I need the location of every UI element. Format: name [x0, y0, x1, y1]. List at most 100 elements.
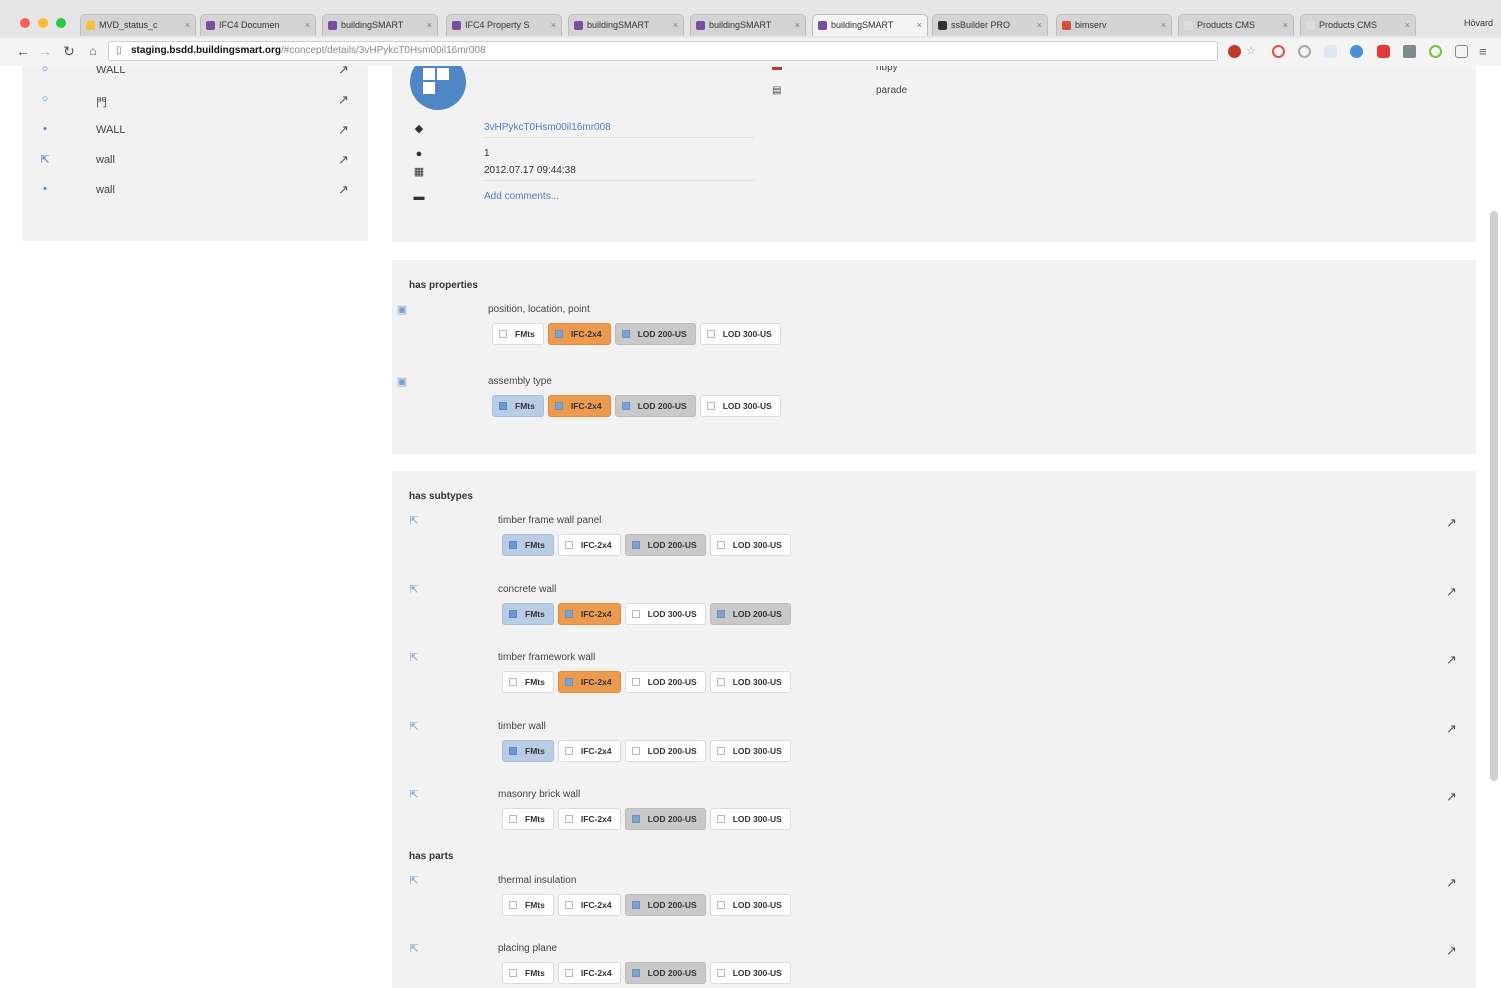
open-external-icon[interactable]: ↗: [1446, 721, 1457, 737]
browser-tab[interactable]: Products CMS ×: [1300, 14, 1416, 36]
view-filter-chip[interactable]: LOD 200-US: [624, 894, 706, 916]
red-square-extension-icon[interactable]: [1377, 45, 1390, 58]
view-filter-chip[interactable]: LOD 200-US: [709, 603, 791, 625]
checkbox-icon[interactable]: [564, 610, 573, 618]
view-filter-chip[interactable]: IFC-2x4: [557, 534, 621, 556]
add-comments-link[interactable]: Add comments...: [484, 191, 559, 202]
sync-extension-icon[interactable]: [1298, 45, 1311, 58]
related-concept-item[interactable]: • wall ↗: [22, 180, 368, 202]
view-filter-chip[interactable]: LOD 200-US: [624, 962, 706, 984]
checkbox-icon[interactable]: [509, 747, 517, 755]
open-external-icon[interactable]: ↗: [1446, 584, 1457, 600]
browser-tab[interactable]: buildingSMART ×: [690, 14, 806, 36]
browser-tab[interactable]: Products CMS ×: [1178, 14, 1294, 36]
checkbox-icon[interactable]: [564, 815, 573, 823]
view-filter-chip[interactable]: LOD 200-US: [614, 395, 696, 417]
view-filter-chip[interactable]: IFC-2x4: [557, 740, 621, 762]
tab-close-icon[interactable]: ×: [1283, 15, 1288, 35]
tab-close-icon[interactable]: ×: [1161, 15, 1166, 35]
checkbox-icon[interactable]: [716, 541, 725, 549]
checkbox-icon[interactable]: [564, 541, 573, 549]
profile-name[interactable]: Hövard: [1464, 18, 1493, 28]
browser-tab[interactable]: MVD_status_c ×: [80, 14, 196, 36]
extension-grey-icon[interactable]: [1324, 45, 1337, 58]
tab-close-icon[interactable]: ×: [917, 15, 922, 35]
view-filter-chip[interactable]: FMts: [502, 740, 554, 762]
view-filter-chip[interactable]: IFC-2x4: [557, 671, 621, 693]
view-filter-chip[interactable]: IFC-2x4: [557, 962, 621, 984]
checkbox-icon[interactable]: [716, 610, 725, 618]
browser-tab[interactable]: bimserv ×: [1056, 14, 1172, 36]
checkbox-icon[interactable]: [706, 402, 715, 410]
tab-close-icon[interactable]: ×: [1405, 15, 1410, 35]
menu-icon[interactable]: ≡: [1479, 45, 1492, 58]
view-filter-chip[interactable]: IFC-2x4: [557, 894, 621, 916]
view-filter-chip[interactable]: LOD 300-US: [709, 534, 791, 556]
checkbox-icon[interactable]: [509, 969, 517, 977]
maximize-window-button[interactable]: [56, 18, 66, 28]
subtype-row-label[interactable]: timber framework wall: [498, 652, 595, 663]
open-external-icon[interactable]: ↗: [338, 66, 349, 78]
checkbox-icon[interactable]: [509, 541, 517, 549]
checkbox-icon[interactable]: [564, 969, 573, 977]
view-filter-chip[interactable]: LOD 300-US: [699, 323, 781, 345]
view-filter-chip[interactable]: IFC-2x4: [547, 395, 611, 417]
cast-icon[interactable]: [1455, 45, 1468, 58]
extension-red-icon[interactable]: [1228, 45, 1241, 58]
open-external-icon[interactable]: ↗: [1446, 943, 1457, 959]
browser-tab[interactable]: buildingSMART ×: [322, 14, 438, 36]
checkbox-icon[interactable]: [499, 330, 507, 338]
view-filter-chip[interactable]: LOD 200-US: [624, 534, 706, 556]
checkbox-icon[interactable]: [564, 747, 573, 755]
view-filter-chip[interactable]: FMts: [502, 671, 554, 693]
checkbox-icon[interactable]: [564, 901, 573, 909]
checkbox-icon[interactable]: [716, 901, 725, 909]
forward-arrow-icon[interactable]: →: [36, 42, 54, 60]
view-filter-chip[interactable]: LOD 200-US: [624, 808, 706, 830]
checkbox-icon[interactable]: [554, 402, 563, 410]
part-row-label[interactable]: thermal insulation: [498, 875, 576, 886]
view-filter-chip[interactable]: LOD 300-US: [709, 962, 791, 984]
view-filter-chip[interactable]: FMts: [502, 808, 554, 830]
checkbox-icon[interactable]: [631, 901, 640, 909]
tab-close-icon[interactable]: ×: [1037, 15, 1042, 35]
browser-tab[interactable]: buildingSMART ×: [568, 14, 684, 36]
open-external-icon[interactable]: ↗: [338, 152, 349, 168]
checkbox-icon[interactable]: [499, 402, 507, 410]
checkbox-icon[interactable]: [706, 330, 715, 338]
view-filter-chip[interactable]: FMts: [492, 323, 544, 345]
checkbox-icon[interactable]: [631, 610, 640, 618]
checkbox-icon[interactable]: [509, 815, 517, 823]
checkbox-icon[interactable]: [631, 541, 640, 549]
view-filter-chip[interactable]: LOD 300-US: [709, 894, 791, 916]
view-filter-chip[interactable]: FMts: [502, 894, 554, 916]
view-filter-chip[interactable]: LOD 200-US: [614, 323, 696, 345]
evernote-extension-icon[interactable]: [1403, 45, 1416, 58]
minimize-window-button[interactable]: [38, 18, 48, 28]
view-filter-chip[interactable]: LOD 300-US: [709, 808, 791, 830]
open-external-icon[interactable]: ↗: [1446, 515, 1457, 531]
view-filter-chip[interactable]: FMts: [502, 534, 554, 556]
checkbox-icon[interactable]: [621, 330, 630, 338]
green-extension-icon[interactable]: [1429, 45, 1442, 58]
subtype-row-label[interactable]: masonry brick wall: [498, 789, 580, 800]
view-filter-chip[interactable]: LOD 300-US: [709, 671, 791, 693]
view-filter-chip[interactable]: IFC-2x4: [547, 323, 611, 345]
tab-close-icon[interactable]: ×: [185, 15, 190, 35]
open-external-icon[interactable]: ↗: [1446, 789, 1457, 805]
bookmark-star-icon[interactable]: ☆: [1246, 45, 1259, 58]
browser-tab[interactable]: ssBuilder PRO ×: [932, 14, 1048, 36]
address-bar[interactable]: ▯ staging.bsdd.buildingsmart.org/#concep…: [108, 41, 1218, 61]
open-external-icon[interactable]: ↗: [338, 182, 349, 198]
home-icon[interactable]: ⌂: [84, 42, 102, 60]
close-window-button[interactable]: [20, 18, 30, 28]
checkbox-icon[interactable]: [631, 969, 640, 977]
open-external-icon[interactable]: ↗: [338, 122, 349, 138]
view-filter-chip[interactable]: FMts: [502, 962, 554, 984]
opera-extension-icon[interactable]: [1272, 45, 1285, 58]
related-concept-item[interactable]: • WALL ↗: [22, 120, 368, 142]
related-concept-item[interactable]: ○ 門 ↗: [22, 90, 368, 112]
open-external-icon[interactable]: ↗: [338, 92, 349, 108]
checkbox-icon[interactable]: [509, 678, 517, 686]
browser-tab[interactable]: IFC4 Property S ×: [446, 14, 562, 36]
